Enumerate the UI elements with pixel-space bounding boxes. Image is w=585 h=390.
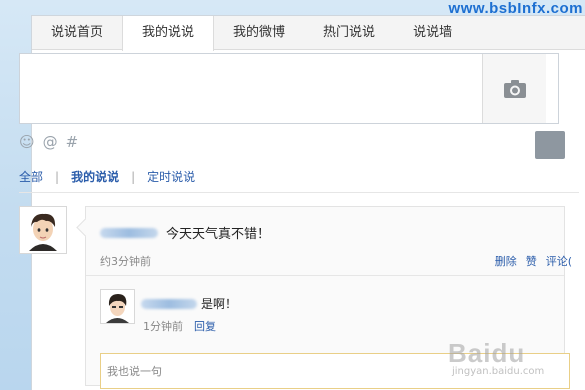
tab-my-weibo[interactable]: 我的微博 [214, 16, 304, 49]
author-name[interactable] [100, 227, 158, 238]
post-content: 今天天气真不错！ [166, 227, 271, 242]
reply-meta: 1分钟前 回复 [143, 318, 216, 334]
user-avatar-icon [101, 290, 134, 323]
reply-content: 是啊！ [201, 297, 238, 311]
baidu-watermark-sub: jingyan.baidu.com [452, 366, 545, 377]
filter-scheduled[interactable]: 定时说说 [147, 168, 195, 185]
filter-divider [19, 192, 579, 193]
user-avatar-icon [20, 207, 66, 253]
tab-hot-shuoshuo[interactable]: 热门说说 [304, 16, 394, 49]
post-header: 今天天气真不错！ [100, 223, 270, 242]
filter-separator: | [131, 169, 136, 184]
tab-my-shuoshuo[interactable]: 我的说说 [122, 16, 215, 51]
avatar[interactable] [19, 206, 67, 254]
composer-toolbar: ☺ @ # [19, 134, 78, 150]
delete-button[interactable]: 删除 [495, 253, 517, 269]
comment-button[interactable]: 评论( [546, 253, 572, 269]
post-actions: 删除 赞 评论( [495, 253, 572, 269]
post-filter: 全部 | 我的说说 | 定时说说 [19, 168, 195, 185]
filter-mine[interactable]: 我的说说 [71, 168, 119, 185]
publish-button[interactable] [535, 131, 565, 159]
filter-all[interactable]: 全部 [19, 168, 43, 185]
composer-box [19, 53, 559, 124]
emoji-icon[interactable]: ☺ [19, 134, 35, 150]
topic-icon[interactable]: # [66, 134, 79, 150]
tab-shuoshuo-wall[interactable]: 说说墙 [394, 16, 471, 49]
reply-time: 1分钟前 [143, 320, 183, 333]
reply-avatar[interactable] [100, 289, 135, 324]
tab-bar: 说说首页 我的说说 我的微博 热门说说 说说墙 [32, 16, 585, 51]
reply-author-name[interactable] [141, 298, 197, 309]
photo-upload-button[interactable] [482, 54, 546, 123]
filter-separator: | [55, 169, 60, 184]
reply-header: 是啊！ [141, 295, 237, 312]
reply-link[interactable]: 回复 [194, 318, 216, 334]
mention-icon[interactable]: @ [43, 134, 58, 150]
composer-input[interactable] [20, 54, 482, 123]
post-time: 约3分钟前 [100, 255, 151, 268]
like-button[interactable]: 赞 [526, 253, 537, 269]
tab-shuoshuo-home[interactable]: 说说首页 [32, 16, 122, 49]
camera-icon [503, 79, 526, 98]
baidu-watermark: Baidu [448, 338, 526, 368]
post-divider [86, 275, 564, 276]
